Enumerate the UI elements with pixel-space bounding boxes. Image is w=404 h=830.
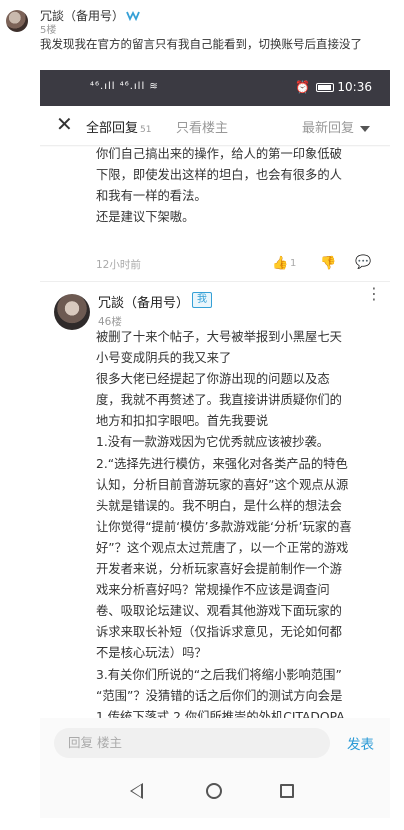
reply-list[interactable]: 你们自己搞出来的操作，给人的第一印象低破 下限，即使发出这样的坦白，也会有很多的…	[40, 147, 390, 718]
reply-bar: 回复 楼主 发表	[40, 718, 390, 818]
text-line: 小号变成阴兵的我又来了	[96, 351, 232, 366]
recent-apps-icon[interactable]	[280, 784, 294, 798]
caret-down-icon	[360, 125, 370, 132]
comment-icon[interactable]: 💬	[355, 255, 371, 270]
tab-all-replies[interactable]: 全部回复 51	[86, 117, 151, 136]
clock: 10:36	[337, 80, 372, 94]
verified-icon	[126, 10, 140, 22]
text-line: 认知，分析目前音游玩家的喜好”这个观点从源	[96, 477, 349, 492]
tab-only-owner[interactable]: 只看楼主	[176, 117, 228, 136]
home-icon[interactable]	[206, 783, 222, 799]
divider	[40, 281, 390, 282]
text-line: 还是建议下架嗷。	[96, 210, 195, 224]
avatar[interactable]	[6, 10, 28, 32]
text-line: 诉求来取长补短（仅指诉求意见，无论如何都	[96, 625, 342, 640]
alarm-icon: ⏰	[295, 80, 310, 94]
text-line: 你们自己搞出来的操作，给人的第一印象低破	[96, 147, 342, 161]
text-line: 很多大佬已经提起了你游出现的问题以及态	[96, 372, 330, 387]
close-icon[interactable]: ✕	[56, 113, 73, 135]
signal-icon: ⁴⁶.ıll ⁴⁶.ıll ≋	[90, 81, 159, 92]
text-line: 2.“选择先进行模仿，来强化对各类产品的特色	[96, 456, 348, 471]
text-line: 头就是错误的。我不明白，是什么样的想法会	[96, 498, 342, 513]
text-line: 1.没有一款游戏因为它优秀就应该被抄袭。	[96, 435, 330, 450]
author-name[interactable]: 冗談（备用号）	[98, 292, 189, 311]
text-line: 下限，即使发出这样的坦白，也会有很多的人	[96, 168, 342, 182]
text-line: 戏来分析喜好吗？常规操作不应该是调查问	[96, 583, 330, 598]
text-line: 让你觉得“提前‘模仿’多款游戏能‘分析’玩家的喜	[96, 519, 352, 534]
back-icon[interactable]	[130, 783, 143, 799]
reply-body: 被删了十来个帖子，大号被举报到小黑屋七天 小号变成阴兵的我又来了 很多大佬已经提…	[96, 327, 386, 718]
text-line: 不是核心玩法）吗？	[96, 646, 207, 661]
reply-timestamp: 12小时前	[96, 259, 141, 271]
text-line: 度，我就不再赘述了。我直接讲讲质疑你们的	[96, 393, 342, 408]
self-badge: 我	[192, 292, 212, 308]
previous-reply-text: 你们自己搞出来的操作，给人的第一印象低破 下限，即使发出这样的坦白，也会有很多的…	[96, 147, 386, 228]
reply-count: 51	[140, 125, 152, 135]
send-button[interactable]: 发表	[347, 733, 374, 753]
floor-number: 5楼	[40, 25, 57, 36]
sort-label: 最新回复	[301, 121, 354, 136]
text-line: 地方和扣扣字眼吧。首先我要说	[96, 414, 269, 429]
status-bar: ⁴⁶.ıll ⁴⁶.ıll ≋ ⏰ 10:36	[40, 70, 390, 106]
text-line: 好”？这个观点太过荒唐了，以一个正常的游戏	[96, 540, 349, 555]
phone-screenshot: ⁴⁶.ıll ⁴⁶.ıll ≋ ⏰ 10:36 ✕ 全部回复 51 只看楼主 最新…	[40, 70, 390, 818]
like-count: 1	[290, 258, 297, 269]
text-line: 3.有关你们所说的“之后我们将缩小影响范围”	[96, 667, 342, 682]
text-line: 卷、吸取论坛建议、观看其他游戏下面玩家的	[96, 604, 342, 619]
thumbs-up-icon[interactable]: 👍	[272, 256, 288, 271]
system-nav-bar	[40, 766, 390, 818]
text-line: 和我有一样的看法。	[96, 189, 207, 203]
thumbs-down-icon[interactable]: 👎	[320, 256, 336, 271]
text-line: 1.传统下落式 2.你们所推崇的外机CITADOPA	[96, 709, 345, 718]
tab-all-label: 全部回复	[86, 121, 139, 136]
text-line: 开发者来说，分析玩家喜好会提前制作一个游	[96, 562, 342, 577]
comment-text: 我发现我在官方的留言只有我自己能看到，切换账号后直接没了	[40, 37, 362, 51]
text-line: 被删了十来个帖子，大号被举报到小黑屋七天	[96, 330, 342, 344]
avatar[interactable]	[54, 294, 90, 330]
text-line: “范围”？没猜错的话之后你们的测试方向会是	[96, 688, 343, 703]
reply-header: ✕ 全部回复 51 只看楼主 最新回复	[40, 106, 390, 146]
outer-comment: 冗談（备用号） 5楼 我发现我在官方的留言只有我自己能看到，切换账号后直接没了	[0, 0, 404, 70]
sort-dropdown[interactable]: 最新回复	[302, 117, 370, 136]
battery-icon	[316, 83, 334, 92]
reply-input[interactable]: 回复 楼主	[54, 728, 330, 758]
more-options-icon[interactable]: ⋮	[366, 286, 382, 302]
